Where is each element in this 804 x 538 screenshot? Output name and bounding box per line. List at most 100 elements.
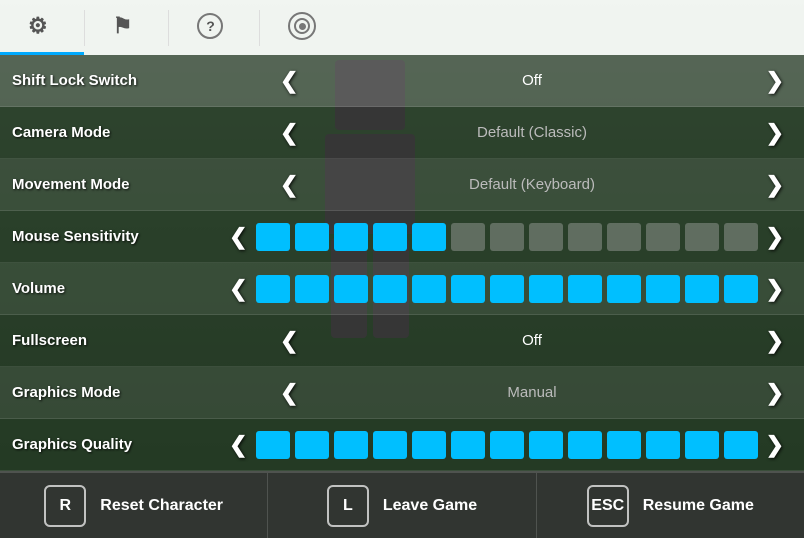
- shift-lock-switch-left-arrow[interactable]: ❮: [272, 64, 306, 98]
- nav-item-record[interactable]: [260, 0, 352, 55]
- setting-label-graphics-quality: Graphics Quality: [12, 436, 221, 453]
- volume-block-4: [412, 275, 446, 303]
- graphics-mode-left-arrow[interactable]: ❮: [272, 376, 306, 410]
- setting-control-graphics-quality: ❮❯: [221, 428, 792, 462]
- setting-control-fullscreen: ❮Off❯: [272, 324, 792, 358]
- shift-lock-switch-right-arrow[interactable]: ❯: [758, 64, 792, 98]
- setting-label-volume: Volume: [12, 280, 221, 297]
- setting-control-movement-mode: ❮Default (Keyboard)❯: [272, 168, 792, 202]
- movement-mode-left-arrow[interactable]: ❮: [272, 168, 306, 202]
- help-icon: ?: [197, 13, 223, 39]
- setting-label-fullscreen: Fullscreen: [12, 332, 272, 349]
- mouse-sensitivity-block-12: [724, 223, 758, 251]
- btn-label-leave-game: Leave Game: [383, 497, 477, 515]
- mouse-sensitivity-slider[interactable]: [256, 223, 758, 251]
- setting-control-shift-lock-switch: ❮Off❯: [272, 64, 792, 98]
- graphics-quality-slider[interactable]: [256, 431, 758, 459]
- setting-row-camera-mode: Camera Mode❮Default (Classic)❯: [0, 107, 804, 159]
- graphics-quality-block-5: [451, 431, 485, 459]
- setting-control-mouse-sensitivity: ❮❯: [221, 220, 792, 254]
- setting-row-graphics-mode: Graphics Mode❮Manual❯: [0, 367, 804, 419]
- setting-control-camera-mode: ❮Default (Classic)❯: [272, 116, 792, 150]
- graphics-mode-right-arrow[interactable]: ❯: [758, 376, 792, 410]
- shift-lock-switch-value: Off: [306, 72, 757, 89]
- setting-row-fullscreen: Fullscreen❮Off❯: [0, 315, 804, 367]
- graphics-quality-block-4: [412, 431, 446, 459]
- setting-label-shift-lock-switch: Shift Lock Switch: [12, 72, 272, 89]
- graphics-quality-block-7: [529, 431, 563, 459]
- report-icon: ⚑: [113, 13, 133, 39]
- key-badge-reset-character: R: [44, 485, 86, 527]
- setting-row-movement-mode: Movement Mode❮Default (Keyboard)❯: [0, 159, 804, 211]
- graphics-quality-block-2: [334, 431, 368, 459]
- mouse-sensitivity-block-9: [607, 223, 641, 251]
- movement-mode-value: Default (Keyboard): [306, 176, 757, 193]
- volume-right-arrow[interactable]: ❯: [758, 272, 792, 306]
- main-panel: ⚙ ⚑ ? Shift Lock Switch❮Off❯Camera Mode❮…: [0, 0, 804, 538]
- mouse-sensitivity-left-arrow[interactable]: ❮: [221, 220, 255, 254]
- volume-left-arrow[interactable]: ❮: [221, 272, 255, 306]
- graphics-quality-block-8: [568, 431, 602, 459]
- mouse-sensitivity-block-11: [685, 223, 719, 251]
- graphics-quality-block-11: [685, 431, 719, 459]
- nav-item-settings[interactable]: ⚙: [0, 0, 84, 55]
- fullscreen-left-arrow[interactable]: ❮: [272, 324, 306, 358]
- graphics-quality-block-12: [724, 431, 758, 459]
- volume-block-0: [256, 275, 290, 303]
- mouse-sensitivity-block-3: [373, 223, 407, 251]
- graphics-quality-block-0: [256, 431, 290, 459]
- graphics-quality-left-arrow[interactable]: ❮: [221, 428, 255, 462]
- setting-row-volume: Volume❮❯: [0, 263, 804, 315]
- mouse-sensitivity-block-1: [295, 223, 329, 251]
- nav-item-report[interactable]: ⚑: [85, 0, 169, 55]
- bottom-btn-reset-character[interactable]: R Reset Character: [0, 473, 268, 538]
- setting-control-volume: ❮❯: [221, 272, 792, 306]
- nav-item-help[interactable]: ?: [169, 0, 259, 55]
- record-icon: [288, 12, 316, 40]
- mouse-sensitivity-block-6: [490, 223, 524, 251]
- fullscreen-value: Off: [306, 332, 757, 349]
- mouse-sensitivity-block-4: [412, 223, 446, 251]
- volume-block-9: [607, 275, 641, 303]
- setting-row-graphics-quality: Graphics Quality❮❯: [0, 419, 804, 471]
- setting-label-graphics-mode: Graphics Mode: [12, 384, 272, 401]
- camera-mode-left-arrow[interactable]: ❮: [272, 116, 306, 150]
- camera-mode-value: Default (Classic): [306, 124, 757, 141]
- volume-block-10: [646, 275, 680, 303]
- mouse-sensitivity-right-arrow[interactable]: ❯: [758, 220, 792, 254]
- graphics-mode-value: Manual: [306, 384, 757, 401]
- bottom-btn-leave-game[interactable]: LLeave Game: [268, 473, 536, 538]
- volume-block-7: [529, 275, 563, 303]
- volume-block-11: [685, 275, 719, 303]
- mouse-sensitivity-block-0: [256, 223, 290, 251]
- movement-mode-right-arrow[interactable]: ❯: [758, 168, 792, 202]
- graphics-quality-right-arrow[interactable]: ❯: [758, 428, 792, 462]
- graphics-quality-block-10: [646, 431, 680, 459]
- volume-slider[interactable]: [256, 275, 758, 303]
- camera-mode-right-arrow[interactable]: ❯: [758, 116, 792, 150]
- mouse-sensitivity-block-5: [451, 223, 485, 251]
- graphics-quality-block-6: [490, 431, 524, 459]
- setting-row-mouse-sensitivity: Mouse Sensitivity❮❯: [0, 211, 804, 263]
- setting-label-mouse-sensitivity: Mouse Sensitivity: [12, 228, 221, 245]
- setting-control-graphics-mode: ❮Manual❯: [272, 376, 792, 410]
- volume-block-6: [490, 275, 524, 303]
- btn-label-reset-character: Reset Character: [100, 497, 223, 515]
- mouse-sensitivity-block-8: [568, 223, 602, 251]
- settings-icon: ⚙: [28, 13, 48, 39]
- volume-block-5: [451, 275, 485, 303]
- nav-bar: ⚙ ⚑ ?: [0, 0, 804, 55]
- setting-label-camera-mode: Camera Mode: [12, 124, 272, 141]
- setting-label-movement-mode: Movement Mode: [12, 176, 272, 193]
- fullscreen-right-arrow[interactable]: ❯: [758, 324, 792, 358]
- volume-block-3: [373, 275, 407, 303]
- setting-row-shift-lock-switch: Shift Lock Switch❮Off❯: [0, 55, 804, 107]
- mouse-sensitivity-block-2: [334, 223, 368, 251]
- graphics-quality-block-9: [607, 431, 641, 459]
- bottom-btn-resume-game[interactable]: ESCResume Game: [537, 473, 804, 538]
- settings-content: Shift Lock Switch❮Off❯Camera Mode❮Defaul…: [0, 55, 804, 471]
- btn-label-resume-game: Resume Game: [643, 497, 754, 515]
- volume-block-1: [295, 275, 329, 303]
- mouse-sensitivity-block-10: [646, 223, 680, 251]
- volume-block-8: [568, 275, 602, 303]
